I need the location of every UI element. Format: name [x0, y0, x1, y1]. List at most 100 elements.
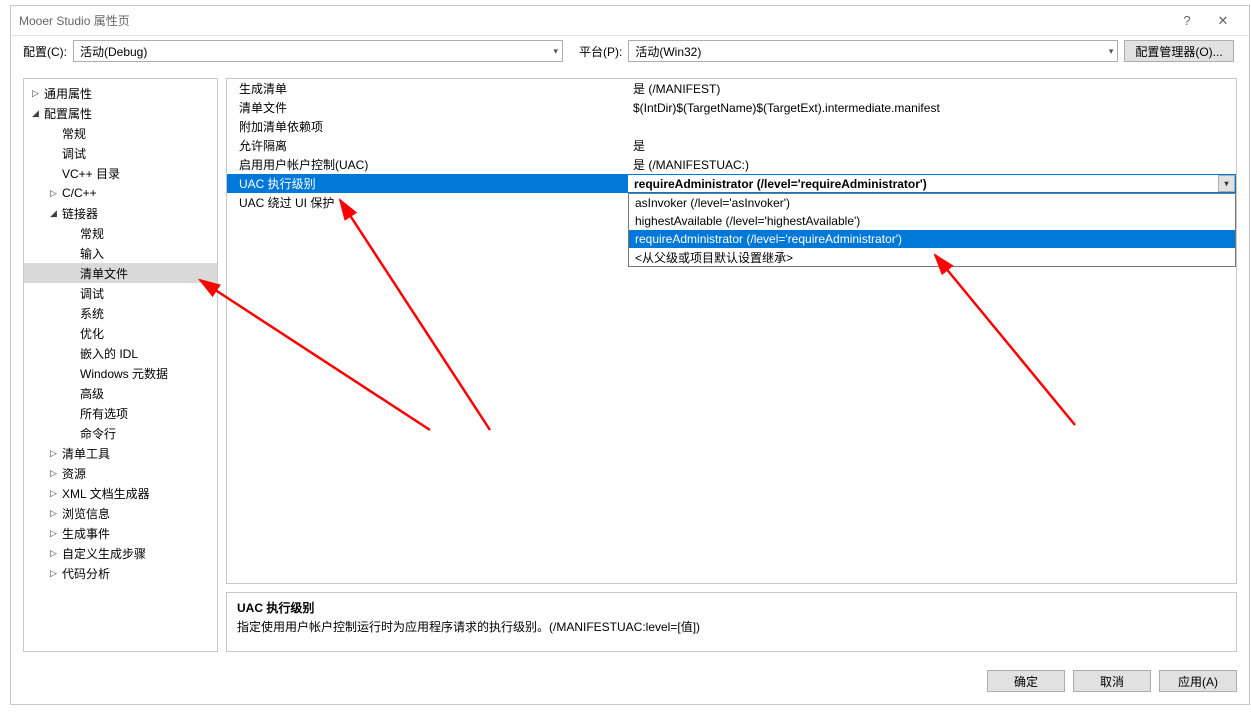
- config-value: 活动(Debug): [80, 43, 147, 60]
- tree-item-label: C/C++: [62, 186, 97, 200]
- tree-item[interactable]: ▷系统: [24, 303, 217, 323]
- dropdown-button[interactable]: ▾: [1218, 175, 1235, 192]
- tree-item[interactable]: ▷高级: [24, 383, 217, 403]
- tree-item[interactable]: ▷资源: [24, 463, 217, 483]
- tree-item[interactable]: ▷常规: [24, 223, 217, 243]
- tree-item-label: 配置属性: [44, 105, 92, 122]
- expand-icon: ◢: [50, 208, 62, 219]
- property-value[interactable]: requireAdministrator (/level='requireAdm…: [627, 174, 1236, 193]
- tree-item-label: 嵌入的 IDL: [80, 345, 138, 362]
- tree-item[interactable]: ▷浏览信息: [24, 503, 217, 523]
- tree-item-label: 高级: [80, 385, 104, 402]
- expand-icon: ▷: [50, 188, 62, 199]
- tree-item-label: 自定义生成步骤: [62, 545, 146, 562]
- expand-icon: ▷: [50, 488, 62, 499]
- expand-icon: ▷: [50, 448, 62, 459]
- tree-item-label: 调试: [80, 285, 104, 302]
- tree-item[interactable]: ▷调试: [24, 143, 217, 163]
- platform-label: 平台(P):: [579, 43, 622, 60]
- main-area: ▷通用属性◢配置属性▷常规▷调试▷VC++ 目录▷C/C++◢链接器▷常规▷输入…: [23, 78, 1237, 652]
- tree-item[interactable]: ▷C/C++: [24, 183, 217, 203]
- tree-item[interactable]: ▷通用属性: [24, 83, 217, 103]
- dropdown-option[interactable]: asInvoker (/level='asInvoker'): [629, 194, 1235, 212]
- platform-select[interactable]: 活动(Win32) ▾: [628, 40, 1118, 62]
- tree-item-label: 资源: [62, 465, 86, 482]
- category-tree[interactable]: ▷通用属性◢配置属性▷常规▷调试▷VC++ 目录▷C/C++◢链接器▷常规▷输入…: [23, 78, 218, 652]
- property-row[interactable]: 启用用户帐户控制(UAC)是 (/MANIFESTUAC:): [227, 155, 1236, 174]
- tree-item[interactable]: ▷命令行: [24, 423, 217, 443]
- config-label: 配置(C):: [23, 43, 67, 60]
- tree-item[interactable]: ◢链接器: [24, 203, 217, 223]
- close-button[interactable]: ✕: [1205, 7, 1241, 35]
- tree-item[interactable]: ▷优化: [24, 323, 217, 343]
- tree-item[interactable]: ▷代码分析: [24, 563, 217, 583]
- tree-item-label: 通用属性: [44, 85, 92, 102]
- expand-icon: ▷: [50, 468, 62, 479]
- property-label: UAC 执行级别: [227, 175, 627, 192]
- description-panel: UAC 执行级别 指定使用用户帐户控制运行时为应用程序请求的执行级别。(/MAN…: [226, 592, 1237, 652]
- tree-item[interactable]: ▷自定义生成步骤: [24, 543, 217, 563]
- property-grid: 生成清单是 (/MANIFEST)清单文件$(IntDir)$(TargetNa…: [226, 78, 1237, 584]
- tree-item[interactable]: ▷VC++ 目录: [24, 163, 217, 183]
- tree-item[interactable]: ▷生成事件: [24, 523, 217, 543]
- window-title: Mooer Studio 属性页: [19, 12, 1169, 29]
- titlebar: Mooer Studio 属性页 ? ✕: [11, 6, 1249, 36]
- chevron-down-icon: ▾: [1109, 46, 1114, 57]
- property-value[interactable]: 是 (/MANIFEST): [627, 80, 1236, 97]
- property-row[interactable]: 清单文件$(IntDir)$(TargetName)$(TargetExt).i…: [227, 98, 1236, 117]
- expand-icon: ▷: [50, 548, 62, 559]
- property-value[interactable]: 是: [627, 137, 1236, 154]
- chevron-down-icon: ▾: [553, 46, 558, 57]
- tree-item[interactable]: ▷所有选项: [24, 403, 217, 423]
- property-label: 清单文件: [227, 99, 627, 116]
- dropdown-option[interactable]: requireAdministrator (/level='requireAdm…: [629, 230, 1235, 248]
- property-page-window: Mooer Studio 属性页 ? ✕ 配置(C): 活动(Debug) ▾ …: [10, 5, 1250, 705]
- property-row[interactable]: 允许隔离是: [227, 136, 1236, 155]
- tree-item[interactable]: ▷调试: [24, 283, 217, 303]
- tree-item-label: 命令行: [80, 425, 116, 442]
- tree-item[interactable]: ▷Windows 元数据: [24, 363, 217, 383]
- tree-item[interactable]: ▷输入: [24, 243, 217, 263]
- tree-item[interactable]: ◢配置属性: [24, 103, 217, 123]
- expand-icon: ▷: [50, 568, 62, 579]
- property-value[interactable]: 是 (/MANIFESTUAC:): [627, 156, 1236, 173]
- uac-level-dropdown[interactable]: asInvoker (/level='asInvoker')highestAva…: [628, 193, 1236, 267]
- tree-item[interactable]: ▷常规: [24, 123, 217, 143]
- help-button[interactable]: ?: [1169, 7, 1205, 35]
- property-label: 附加清单依赖项: [227, 118, 627, 135]
- expand-icon: ▷: [50, 528, 62, 539]
- property-row[interactable]: 附加清单依赖项: [227, 117, 1236, 136]
- config-manager-button[interactable]: 配置管理器(O)...: [1124, 40, 1233, 62]
- tree-item-label: 清单文件: [80, 265, 128, 282]
- tree-item-label: 所有选项: [80, 405, 128, 422]
- property-label: UAC 绕过 UI 保护: [227, 194, 627, 211]
- footer-buttons: 确定 取消 应用(A): [987, 670, 1237, 692]
- cancel-button[interactable]: 取消: [1073, 670, 1151, 692]
- dropdown-option[interactable]: <从父级或项目默认设置继承>: [629, 248, 1235, 266]
- configuration-row: 配置(C): 活动(Debug) ▾ 平台(P): 活动(Win32) ▾ 配置…: [11, 36, 1249, 66]
- tree-item-label: 浏览信息: [62, 505, 110, 522]
- tree-item[interactable]: ▷清单文件: [24, 263, 217, 283]
- expand-icon: ▷: [32, 88, 44, 99]
- dropdown-option[interactable]: highestAvailable (/level='highestAvailab…: [629, 212, 1235, 230]
- expand-icon: ◢: [32, 108, 44, 119]
- description-body: 指定使用用户帐户控制运行时为应用程序请求的执行级别。(/MANIFESTUAC:…: [237, 618, 1226, 635]
- property-row[interactable]: UAC 执行级别requireAdministrator (/level='re…: [227, 174, 1236, 193]
- tree-item[interactable]: ▷清单工具: [24, 443, 217, 463]
- tree-item-label: VC++ 目录: [62, 165, 120, 182]
- expand-icon: ▷: [50, 508, 62, 519]
- property-label: 生成清单: [227, 80, 627, 97]
- tree-item[interactable]: ▷嵌入的 IDL: [24, 343, 217, 363]
- tree-item-label: 优化: [80, 325, 104, 342]
- description-title: UAC 执行级别: [237, 599, 1226, 616]
- property-row[interactable]: 生成清单是 (/MANIFEST): [227, 79, 1236, 98]
- tree-item-label: 代码分析: [62, 565, 110, 582]
- property-label: 允许隔离: [227, 137, 627, 154]
- property-value[interactable]: $(IntDir)$(TargetName)$(TargetExt).inter…: [627, 101, 1236, 115]
- tree-item[interactable]: ▷XML 文档生成器: [24, 483, 217, 503]
- property-label: 启用用户帐户控制(UAC): [227, 156, 627, 173]
- ok-button[interactable]: 确定: [987, 670, 1065, 692]
- config-select[interactable]: 活动(Debug) ▾: [73, 40, 563, 62]
- apply-button[interactable]: 应用(A): [1159, 670, 1237, 692]
- platform-value: 活动(Win32): [635, 43, 701, 60]
